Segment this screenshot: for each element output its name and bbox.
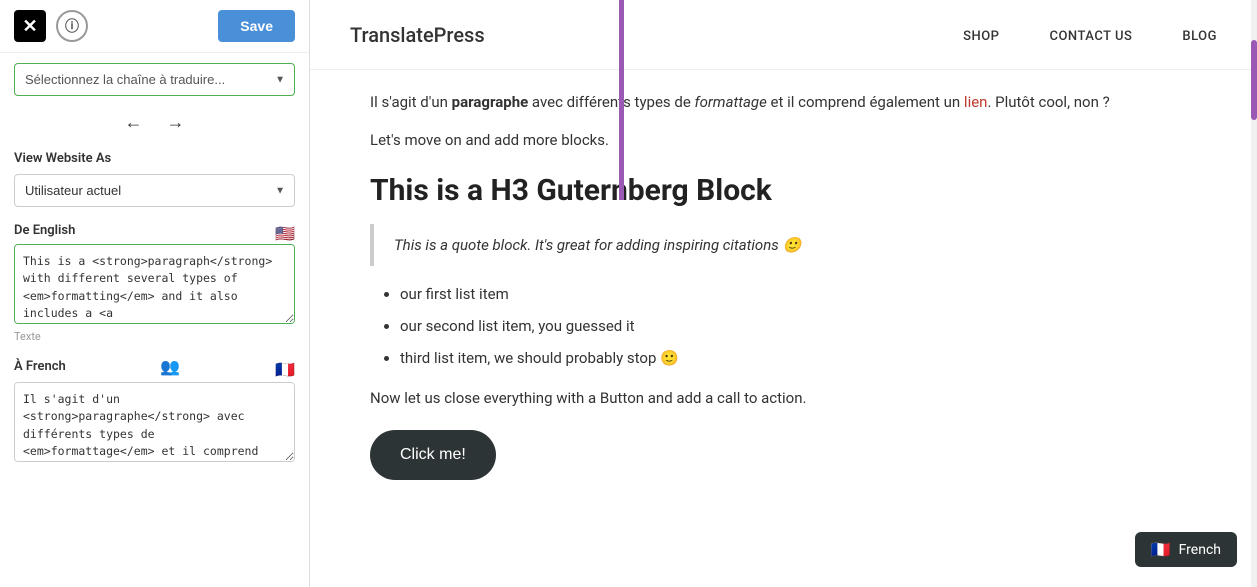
site-nav: TranslatePress SHOP CONTACT US BLOG: [310, 0, 1257, 70]
close-button[interactable]: ✕: [14, 10, 46, 42]
nav-item-shop[interactable]: SHOP: [963, 25, 999, 44]
nav-item-blog[interactable]: BLOG: [1182, 25, 1217, 44]
target-lang-section: À French 👥 🇫🇷 Il s'agit d'un <strong>par…: [14, 357, 295, 466]
left-accent-bar: [619, 0, 624, 200]
italic-formattage: formattage: [695, 93, 767, 111]
french-language-badge[interactable]: 🇫🇷 French: [1135, 532, 1237, 567]
nav-link-contact[interactable]: CONTACT US: [1049, 29, 1132, 44]
user-select[interactable]: Utilisateur actuel: [14, 174, 295, 207]
source-lang-flag: 🇺🇸: [275, 224, 295, 238]
texte-label: Texte: [14, 330, 295, 343]
user-select-wrapper: Utilisateur actuel: [14, 174, 295, 207]
next-arrow-button[interactable]: →: [159, 108, 193, 137]
prev-arrow-button[interactable]: ←: [117, 108, 151, 137]
panel-scroll-area: Sélectionnez la chaîne à traduire... ← →…: [0, 53, 309, 587]
list-item-3: third list item, we should probably stop…: [400, 346, 1150, 370]
translation-panel: ✕ ⓘ Save Sélectionnez la chaîne à tradui…: [0, 0, 310, 587]
source-lang-title: De English: [14, 223, 75, 238]
source-lang-section: De English 🇺🇸 This is a <strong>paragrap…: [14, 223, 295, 343]
source-lang-textarea[interactable]: This is a <strong>paragraph</strong> wit…: [14, 244, 295, 324]
paragraph-1: Il s'agit d'un paragraphe avec différent…: [370, 90, 1150, 116]
target-lang-header: À French 👥 🇫🇷: [14, 357, 295, 376]
h3-heading: This is a H3 Guternberg Block: [370, 173, 1150, 208]
target-lang-flag: 🇫🇷: [275, 360, 295, 374]
lien-link[interactable]: lien: [964, 93, 988, 111]
string-select[interactable]: Sélectionnez la chaîne à traduire...: [14, 63, 295, 96]
info-button[interactable]: ⓘ: [56, 10, 88, 42]
nav-item-contact[interactable]: CONTACT US: [1049, 25, 1132, 44]
bold-paragraphe: paragraphe: [452, 93, 529, 111]
quote-text: This is a quote block. It's great for ad…: [394, 236, 801, 254]
view-website-as-label: View Website As: [14, 151, 295, 166]
list-item-2: our second list item, you guessed it: [400, 314, 1150, 338]
target-lang-title: À French: [14, 359, 66, 374]
source-lang-header: De English 🇺🇸: [14, 223, 295, 238]
cta-button[interactable]: Click me!: [370, 430, 496, 480]
french-flag-icon: 🇫🇷: [1151, 540, 1171, 559]
scrollbar-thumb: [1251, 40, 1257, 120]
string-select-wrapper: Sélectionnez la chaîne à traduire...: [14, 63, 295, 96]
scrollbar-accent: [1251, 0, 1257, 587]
site-logo: TranslatePress: [350, 23, 485, 47]
preview-area: TranslatePress SHOP CONTACT US BLOG Il s…: [310, 0, 1257, 587]
content-list: our first list item our second list item…: [370, 282, 1150, 370]
nav-link-blog[interactable]: BLOG: [1182, 29, 1217, 44]
save-button[interactable]: Save: [218, 10, 295, 42]
users-icon: 👥: [160, 357, 180, 376]
quote-block: This is a quote block. It's great for ad…: [370, 224, 1150, 266]
nav-arrows: ← →: [14, 108, 295, 137]
site-nav-links: SHOP CONTACT US BLOG: [963, 25, 1217, 44]
french-badge-label: French: [1179, 542, 1221, 558]
nav-link-shop[interactable]: SHOP: [963, 29, 999, 44]
cta-text: Now let us close everything with a Butto…: [370, 386, 1150, 412]
paragraph-2: Let's move on and add more blocks.: [370, 128, 1150, 154]
list-item-1: our first list item: [400, 282, 1150, 306]
content-area: Il s'agit d'un paragraphe avec différent…: [310, 70, 1210, 520]
target-lang-textarea[interactable]: Il s'agit d'un <strong>paragraphe</stron…: [14, 382, 295, 462]
toolbar: ✕ ⓘ Save: [0, 0, 309, 53]
